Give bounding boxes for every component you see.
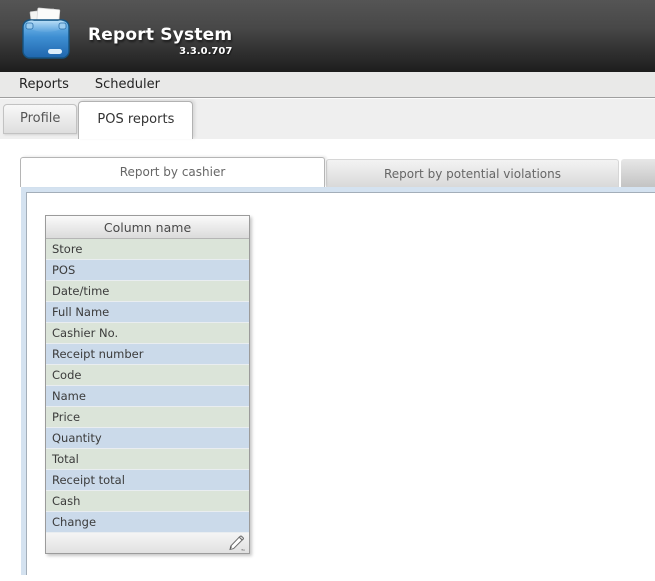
subtab-report-by-potential-violations[interactable]: Report by potential violations — [326, 159, 619, 187]
app-title: Report System — [88, 25, 232, 45]
main-tabstrip: Profile POS reports — [0, 98, 655, 139]
app-title-block: Report System 3.3.0.707 — [88, 25, 232, 57]
report-tabstrip: Report by cashier Report by potential vi… — [0, 157, 655, 187]
report-by-cashier-panel-inner: Column name StorePOSDate/timeFull NameCa… — [26, 192, 655, 575]
menu-item-scheduler[interactable]: Scheduler — [94, 75, 161, 94]
table-row[interactable]: Date/time — [46, 281, 249, 302]
app-header: Report System 3.3.0.707 — [0, 0, 655, 72]
menubar: Reports Scheduler — [0, 72, 655, 98]
table-row[interactable]: Total — [46, 449, 249, 470]
tab-profile[interactable]: Profile — [3, 104, 77, 134]
table-row[interactable]: Code — [46, 365, 249, 386]
table-row[interactable]: Receipt number — [46, 344, 249, 365]
table-row[interactable]: Change — [46, 512, 249, 533]
subtab-report-by-cashier[interactable]: Report by cashier — [20, 157, 325, 187]
table-row[interactable]: Name — [46, 386, 249, 407]
columns-table-header: Column name — [46, 216, 249, 239]
columns-table: Column name StorePOSDate/timeFull NameCa… — [45, 215, 250, 554]
table-row[interactable]: Price — [46, 407, 249, 428]
app-version: 3.3.0.707 — [88, 46, 232, 57]
table-row[interactable]: Quantity — [46, 428, 249, 449]
app-window: Report System 3.3.0.707 Reports Schedule… — [0, 0, 655, 575]
menu-item-reports[interactable]: Reports — [18, 75, 70, 94]
table-row[interactable]: Cash — [46, 491, 249, 512]
table-row[interactable]: Store — [46, 239, 249, 260]
tab-pos-reports[interactable]: POS reports — [78, 101, 193, 139]
columns-table-body: StorePOSDate/timeFull NameCashier No.Rec… — [46, 239, 249, 533]
table-row[interactable]: Receipt total — [46, 470, 249, 491]
tabstrip-filler — [621, 159, 655, 187]
pos-reports-content: Report by cashier Report by potential vi… — [0, 157, 655, 575]
report-system-logo-icon — [20, 7, 72, 63]
report-by-cashier-panel: Column name StorePOSDate/timeFull NameCa… — [21, 187, 655, 575]
columns-table-footer — [46, 533, 249, 553]
edit-pencil-icon[interactable] — [227, 535, 245, 552]
table-row[interactable]: POS — [46, 260, 249, 281]
table-row[interactable]: Full Name — [46, 302, 249, 323]
table-row[interactable]: Cashier No. — [46, 323, 249, 344]
